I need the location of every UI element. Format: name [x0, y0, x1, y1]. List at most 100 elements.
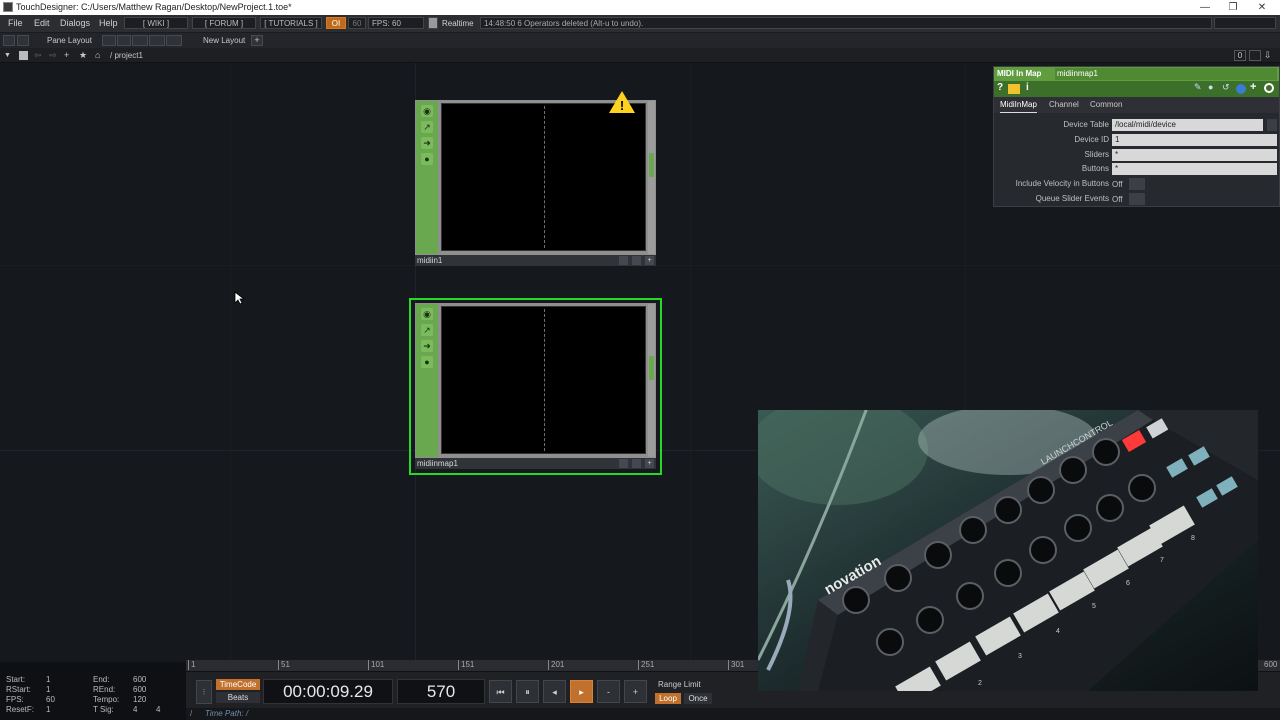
device-table-field[interactable]: /local/midi/device: [1112, 119, 1263, 131]
include-velocity-toggle[interactable]: [1129, 178, 1145, 190]
loop-button[interactable]: Loop: [655, 693, 681, 704]
layout-single-icon[interactable]: [102, 35, 116, 46]
python-icon[interactable]: [1008, 84, 1020, 94]
param-label: Queue Slider Events: [1035, 194, 1109, 203]
chevron-down-icon[interactable]: ▼: [4, 48, 11, 63]
reset-icon[interactable]: ↺: [1222, 82, 1230, 93]
end-value[interactable]: 600: [133, 675, 146, 684]
tutorials-link[interactable]: [ TUTORIALS ]: [260, 17, 322, 29]
globe-icon[interactable]: [1236, 84, 1246, 94]
node-viewer[interactable]: [441, 103, 646, 251]
maximize-icon[interactable]: ❐: [1218, 0, 1248, 15]
menu-help[interactable]: Help: [99, 15, 118, 32]
forum-link[interactable]: [ FORUM ]: [192, 17, 256, 29]
pane-download-icon[interactable]: ⇩: [1264, 48, 1272, 63]
tab-channel[interactable]: Channel: [1049, 97, 1079, 113]
lock-icon[interactable]: ●: [421, 153, 433, 165]
stop-icon[interactable]: [19, 51, 28, 60]
node-name-label[interactable]: midiin1: [417, 256, 442, 265]
minimize-icon[interactable]: —: [1190, 0, 1220, 15]
layout-quad-icon[interactable]: [166, 35, 182, 46]
step-back-icon[interactable]: ◂: [543, 680, 566, 703]
close-icon[interactable]: ✕: [1247, 0, 1277, 15]
node-viewer[interactable]: [441, 306, 646, 454]
tsig-numerator[interactable]: 4: [133, 705, 137, 714]
node-footer-button[interactable]: [619, 459, 628, 468]
buttons-field[interactable]: *: [1112, 163, 1277, 175]
rstart-value[interactable]: 1: [46, 685, 50, 694]
operator-name-field[interactable]: midiinmap1: [1055, 68, 1277, 80]
step-minus-button[interactable]: -: [597, 680, 620, 703]
tab-midiinmap[interactable]: MidiInMap: [1000, 97, 1037, 113]
pause-icon[interactable]: ⏸: [516, 680, 539, 703]
rewind-icon[interactable]: ⏮: [489, 680, 512, 703]
menu-dialogs[interactable]: Dialogs: [60, 15, 90, 32]
fps-target[interactable]: 60: [348, 17, 366, 29]
step-plus-button[interactable]: +: [624, 680, 647, 703]
browse-icon[interactable]: [1267, 119, 1277, 131]
export-arrow-icon[interactable]: ➜: [421, 137, 433, 149]
time-path-label[interactable]: Time Path: /: [205, 709, 248, 718]
add-layout-button[interactable]: +: [251, 35, 263, 46]
operator-node-midiinmap1[interactable]: ◉ ↗ ➜ ● midiinmap1 +: [415, 303, 656, 469]
queue-slider-toggle[interactable]: [1129, 193, 1145, 205]
tab-common[interactable]: Common: [1090, 97, 1122, 113]
transport-menu-icon[interactable]: ⁝: [196, 680, 212, 704]
node-footer-button[interactable]: [632, 459, 641, 468]
forward-icon[interactable]: ⇨: [49, 48, 57, 63]
export-arrow-icon[interactable]: ➜: [421, 340, 433, 352]
new-layout-label[interactable]: New Layout: [203, 33, 245, 49]
layout-triple-icon[interactable]: [149, 35, 165, 46]
menu-file[interactable]: File: [8, 15, 23, 32]
resetf-value[interactable]: 1: [46, 705, 50, 714]
home-icon[interactable]: +: [64, 48, 69, 63]
bypass-icon[interactable]: ↗: [421, 324, 433, 336]
wiki-link[interactable]: [ WIKI ]: [124, 17, 188, 29]
edit-icon[interactable]: ✎: [1194, 82, 1202, 93]
realtime-checkbox[interactable]: [428, 17, 438, 29]
output-connector[interactable]: [649, 356, 654, 380]
beats-mode-button[interactable]: Beats: [216, 692, 260, 703]
lock-icon[interactable]: ●: [421, 356, 433, 368]
layout-split-v-icon[interactable]: [132, 35, 148, 46]
node-footer-plus-icon[interactable]: +: [645, 459, 654, 468]
node-name-label[interactable]: midiinmap1: [417, 459, 458, 468]
start-value[interactable]: 1: [46, 675, 50, 684]
menu-edit[interactable]: Edit: [34, 15, 50, 32]
sliders-field[interactable]: *: [1112, 149, 1277, 161]
rend-value[interactable]: 600: [133, 685, 146, 694]
path-home-icon[interactable]: ⌂: [95, 48, 100, 63]
output-connector[interactable]: [649, 153, 654, 177]
layout-split-h-icon[interactable]: [117, 35, 131, 46]
add-icon[interactable]: +: [1250, 81, 1256, 93]
help-icon[interactable]: ?: [997, 82, 1003, 93]
timecode-display[interactable]: 00:00:09.29: [263, 679, 393, 704]
play-icon[interactable]: ▸: [570, 680, 593, 703]
operator-node-midiin1[interactable]: ◉ ↗ ➜ ● midiin1 +: [415, 100, 656, 266]
frame-display[interactable]: 570: [397, 679, 485, 704]
bypass-icon[interactable]: ↗: [421, 121, 433, 133]
timecode-mode-button[interactable]: TimeCode: [216, 679, 260, 690]
node-footer-button[interactable]: [632, 256, 641, 265]
bookmark-star-icon[interactable]: ★: [79, 48, 87, 63]
tempo-value[interactable]: 120: [133, 695, 146, 704]
target-icon[interactable]: [1264, 83, 1274, 93]
info-icon[interactable]: i: [1026, 82, 1029, 93]
comment-icon[interactable]: ●: [1208, 82, 1213, 92]
maximize-pane-icon[interactable]: [1249, 50, 1261, 61]
search-field[interactable]: [1214, 17, 1276, 29]
device-id-field[interactable]: 1: [1112, 134, 1277, 146]
viewer-toggle-icon[interactable]: ◉: [421, 105, 433, 117]
tsig-denominator[interactable]: 4: [156, 705, 160, 714]
network-path[interactable]: / project1: [110, 48, 143, 63]
fps-value[interactable]: 60: [46, 695, 55, 704]
pane-menu-icon[interactable]: [3, 35, 15, 46]
oi-button[interactable]: OI: [326, 17, 346, 29]
zero-button[interactable]: 0: [1234, 50, 1246, 61]
once-button[interactable]: Once: [684, 693, 712, 704]
pane-split-icon[interactable]: [17, 35, 29, 46]
viewer-toggle-icon[interactable]: ◉: [421, 308, 433, 320]
back-icon[interactable]: ⇦: [34, 48, 42, 63]
node-footer-button[interactable]: [619, 256, 628, 265]
node-footer-plus-icon[interactable]: +: [645, 256, 654, 265]
